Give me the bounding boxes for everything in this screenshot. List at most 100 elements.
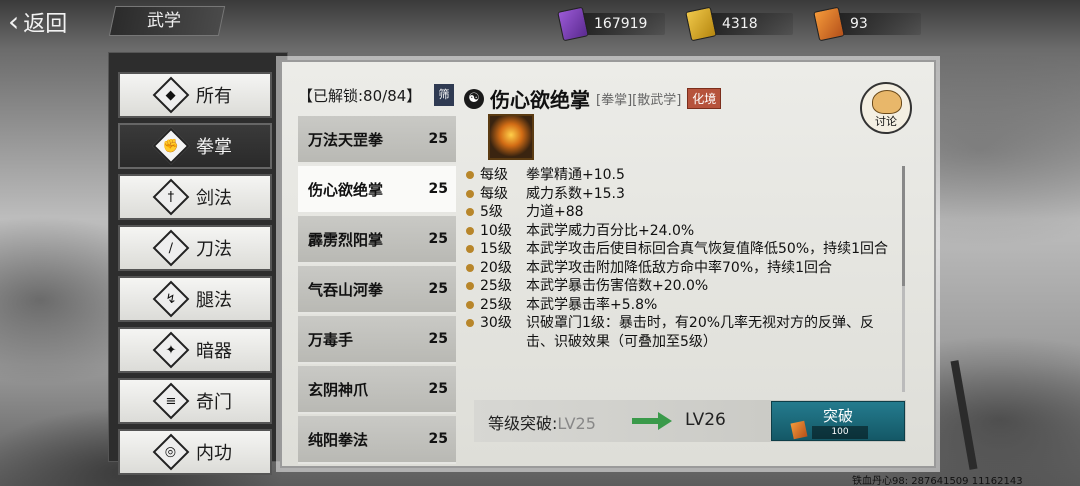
- currency-value: 167919: [594, 16, 648, 32]
- category-label: 所有: [196, 86, 232, 107]
- breakthrough-cost: 100: [812, 426, 868, 439]
- skill-list-level: 25: [428, 331, 448, 347]
- bullet-icon: [466, 189, 474, 198]
- category-label: 内功: [196, 443, 232, 464]
- category-label: 刀法: [196, 239, 232, 260]
- bullet-icon: [466, 263, 474, 272]
- skill-list-level: 25: [428, 131, 448, 147]
- breakthrough-button[interactable]: 突破 100: [771, 401, 905, 441]
- arrow-right-icon: [632, 412, 672, 430]
- category-0[interactable]: ◆ 所有: [118, 72, 272, 118]
- skill-list-name: 伤心欲绝掌: [308, 180, 384, 199]
- category-label: 奇门: [196, 392, 232, 413]
- filter-button[interactable]: 筛: [434, 84, 454, 106]
- top-bar: ‹ 返回 武学 167919 4318 93: [0, 0, 1080, 46]
- effect-row: 25级 本武学暴击伤害倍数+20.0%: [466, 277, 902, 296]
- effect-text: 拳掌精通+10.5: [526, 167, 625, 183]
- currency-value: 4318: [722, 16, 758, 32]
- next-level: LV26: [685, 410, 726, 430]
- category-3[interactable]: ∕ 刀法: [118, 225, 272, 271]
- skill-list-level: 25: [428, 231, 448, 247]
- orange-scroll-icon: [813, 6, 845, 42]
- effect-level: 25级: [480, 296, 512, 313]
- effect-row: 20级 本武学攻击附加降低敌方命中率70%，持续1回合: [466, 259, 902, 278]
- bullet-icon: [466, 208, 474, 216]
- back-button[interactable]: ‹ 返回: [8, 4, 100, 40]
- martial-art-icon: ☯: [464, 88, 484, 109]
- skill-list-name: 纯阳拳法: [308, 430, 369, 449]
- effect-list: 每级 拳掌精通+10.5 每级 威力系数+15.3 5级 力道+88 10级 本武学威力百分比…: [466, 166, 902, 351]
- currency-gold[interactable]: 4318: [685, 6, 793, 42]
- exotic-weapon-icon: ≡: [152, 382, 190, 420]
- breakthrough-label: 等级突破:LV25: [488, 414, 596, 433]
- bullet-icon: [466, 245, 474, 253]
- category-2[interactable]: † 剑法: [118, 174, 272, 220]
- skill-list-level: 25: [428, 281, 448, 297]
- skill-list-name: 气吞山河拳: [308, 280, 384, 299]
- effect-row: 每级 拳掌精通+10.5: [466, 166, 902, 185]
- bullet-icon: [466, 319, 474, 327]
- all-icon: ◆: [152, 76, 190, 114]
- effect-row: 每级 威力系数+15.3: [466, 185, 902, 204]
- effect-text: 本武学攻击后使目标回合真气恢复值降低50%，持续1回合: [526, 241, 889, 257]
- realm-badge: 化境: [687, 88, 722, 109]
- skill-list-item[interactable]: 伤心欲绝掌 25: [298, 166, 456, 214]
- section-tab: 武学: [108, 6, 226, 36]
- skill-list-item[interactable]: 万毒手 25: [298, 316, 456, 364]
- sword-icon: †: [152, 178, 190, 216]
- back-label: 返回: [23, 12, 68, 37]
- category-1[interactable]: ✊ 拳掌: [118, 123, 272, 169]
- effect-text: 识破罩门1级：暴击时，有20%几率无视对方的反弹、反击、识破效果（可叠加至5级）: [526, 315, 875, 350]
- currency-value: 93: [850, 16, 868, 32]
- effect-text: 本武学攻击附加降低敌方命中率70%，持续1回合: [526, 259, 833, 276]
- category-7[interactable]: ◎ 内功: [118, 429, 272, 475]
- skill-list-name: 玄阴神爪: [308, 380, 369, 399]
- effect-level: 每级: [480, 167, 508, 183]
- effect-scrollbar[interactable]: [902, 166, 905, 392]
- category-label: 腿法: [196, 290, 232, 311]
- current-level: LV25: [557, 414, 596, 433]
- skill-list-item[interactable]: 玄阴神爪 25: [298, 366, 456, 414]
- effect-row: 15级 本武学攻击后使目标回合真气恢复值降低50%，持续1回合: [466, 240, 902, 259]
- dog-mascot-icon: [872, 90, 902, 114]
- effect-text: 力道+88: [526, 204, 584, 220]
- effect-text: 威力系数+15.3: [526, 185, 625, 202]
- effect-level: 15级: [480, 241, 512, 257]
- category-6[interactable]: ≡ 奇门: [118, 378, 272, 424]
- category-5[interactable]: ✦ 暗器: [118, 327, 272, 373]
- bullet-icon: [466, 300, 474, 309]
- leg-icon: ↯: [152, 280, 190, 318]
- category-4[interactable]: ↯ 腿法: [118, 276, 272, 322]
- category-label: 剑法: [196, 188, 232, 209]
- currency-purple[interactable]: 167919: [557, 6, 665, 42]
- skill-list-item[interactable]: 万法天罡拳 25: [298, 116, 456, 164]
- section-title: 武学: [147, 11, 181, 31]
- effect-level: 25级: [480, 278, 512, 294]
- inner-force-icon: ◎: [152, 433, 190, 471]
- discuss-button[interactable]: 讨论: [860, 82, 912, 134]
- skill-list-level: 25: [428, 181, 448, 197]
- skill-tags: [拳掌][散武学]: [596, 93, 682, 108]
- blade-icon: ∕: [152, 229, 190, 267]
- skill-list-name: 万法天罡拳: [308, 130, 384, 149]
- effect-text: 本武学暴击伤害倍数+20.0%: [526, 278, 709, 294]
- skill-list-item[interactable]: 纯阳拳法 25: [298, 416, 456, 464]
- effect-level: 10级: [480, 222, 512, 239]
- skill-list-item[interactable]: 霹雳烈阳掌 25: [298, 216, 456, 264]
- category-label: 暗器: [196, 341, 232, 362]
- effect-level: 每级: [480, 185, 508, 202]
- chevron-left-icon: ‹: [8, 5, 20, 38]
- purple-scroll-icon: [557, 6, 589, 42]
- gold-scroll-icon: [685, 6, 717, 42]
- fist-icon: ✊: [152, 127, 190, 165]
- skill-list-name: 霹雳烈阳掌: [308, 230, 384, 249]
- skill-title-row: ☯ 伤心欲绝掌 [拳掌][散武学] 化境: [464, 84, 722, 113]
- category-label: 拳掌: [196, 137, 232, 158]
- skill-list-level: 25: [428, 381, 448, 397]
- effect-row: 10级 本武学威力百分比+24.0%: [466, 222, 902, 241]
- currency-orange[interactable]: 93: [813, 6, 921, 42]
- skill-name: 伤心欲绝掌: [490, 88, 590, 112]
- skill-list-item[interactable]: 气吞山河拳 25: [298, 266, 456, 314]
- effect-text: 本武学暴击率+5.8%: [526, 296, 658, 313]
- skill-list-name: 万毒手: [308, 330, 354, 349]
